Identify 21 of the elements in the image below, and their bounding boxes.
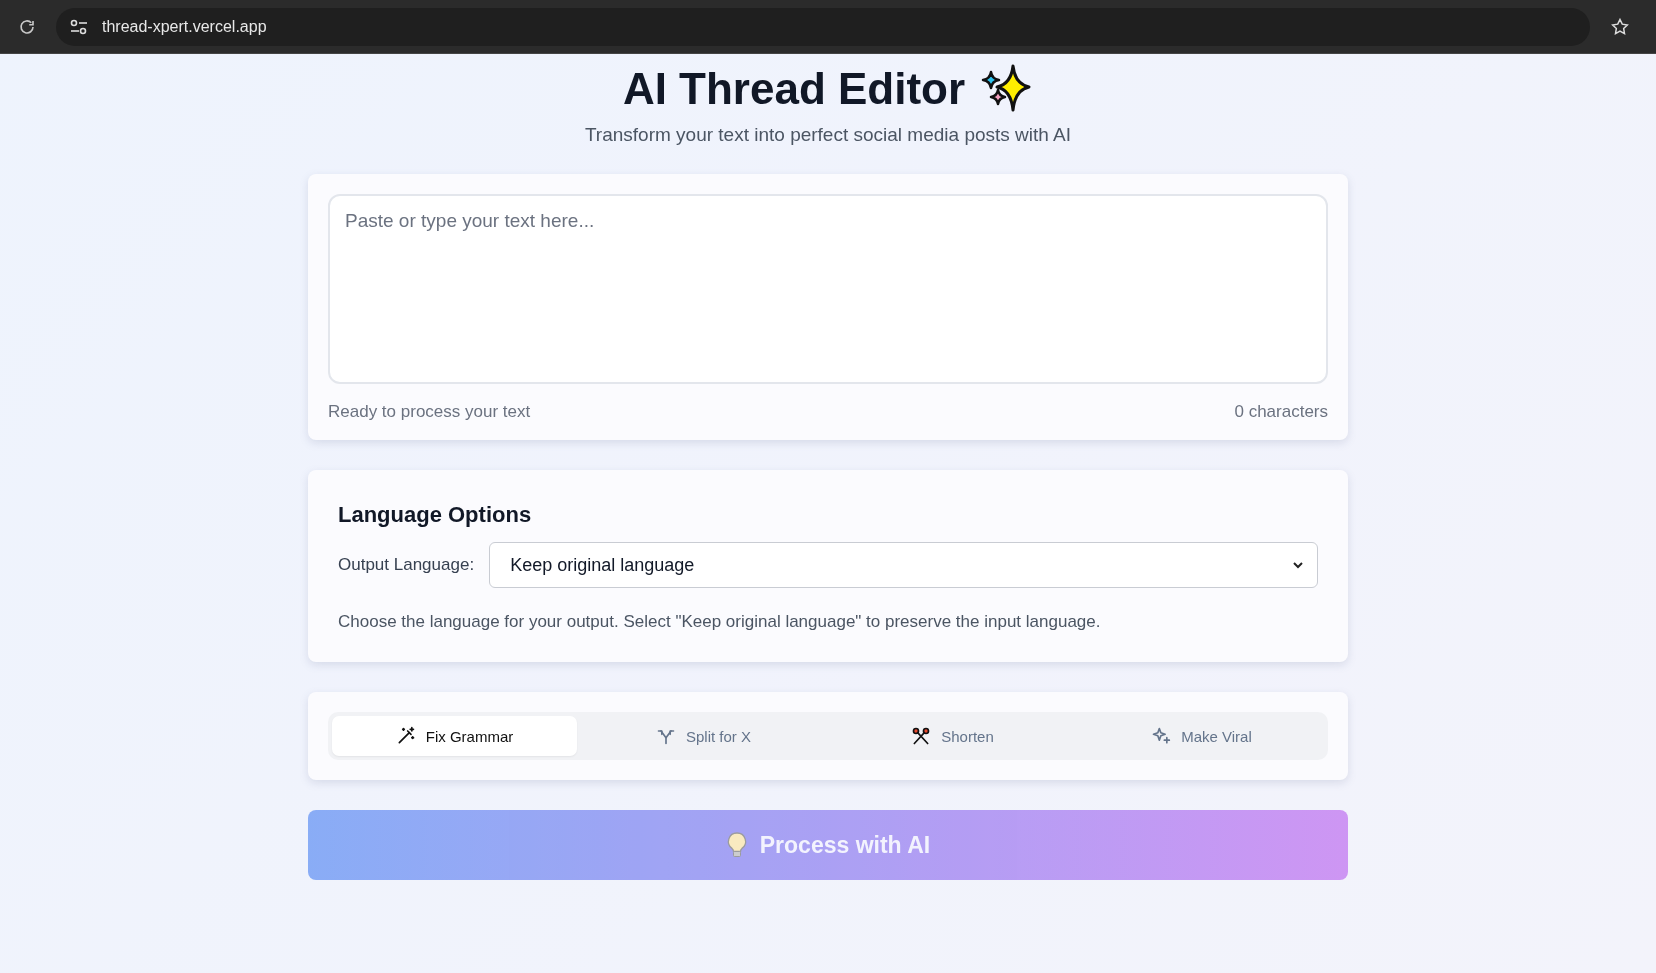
url-text: thread-xpert.vercel.app — [102, 17, 267, 36]
light-bulb-icon — [725, 831, 748, 859]
text-input-field[interactable]: Paste or type your text here... — [328, 194, 1328, 384]
bookmark-star-icon[interactable] — [1610, 16, 1630, 37]
mode-tab[interactable]: Split for X — [581, 716, 826, 756]
page-subtitle: Transform your text into perfect social media posts with AI — [583, 124, 1073, 146]
page-title: AI Thread Editor — [622, 64, 966, 114]
field-label: Output Language: — [338, 555, 475, 575]
site-settings-icon[interactable] — [70, 18, 88, 35]
scissors-icon — [911, 726, 932, 746]
sparkle-icon — [1151, 726, 1172, 746]
mode-tab[interactable]: Shorten — [830, 716, 1075, 756]
reload-icon[interactable] — [18, 17, 36, 36]
language-dropdown[interactable]: Keep original language — [489, 542, 1318, 588]
help-text: Choose the language for your output. Select "Keep original language" to preserve the input language. — [338, 612, 1102, 632]
character-count: 0 characters — [1234, 402, 1328, 422]
section-heading: Language Options — [338, 502, 533, 528]
mode-tab[interactable]: Make Viral — [1079, 716, 1324, 756]
status-text: Ready to process your text — [328, 402, 531, 422]
address-bar[interactable]: thread-xpert.vercel.app — [56, 7, 1590, 46]
mode-tab[interactable]: Fix Grammar — [332, 716, 577, 756]
